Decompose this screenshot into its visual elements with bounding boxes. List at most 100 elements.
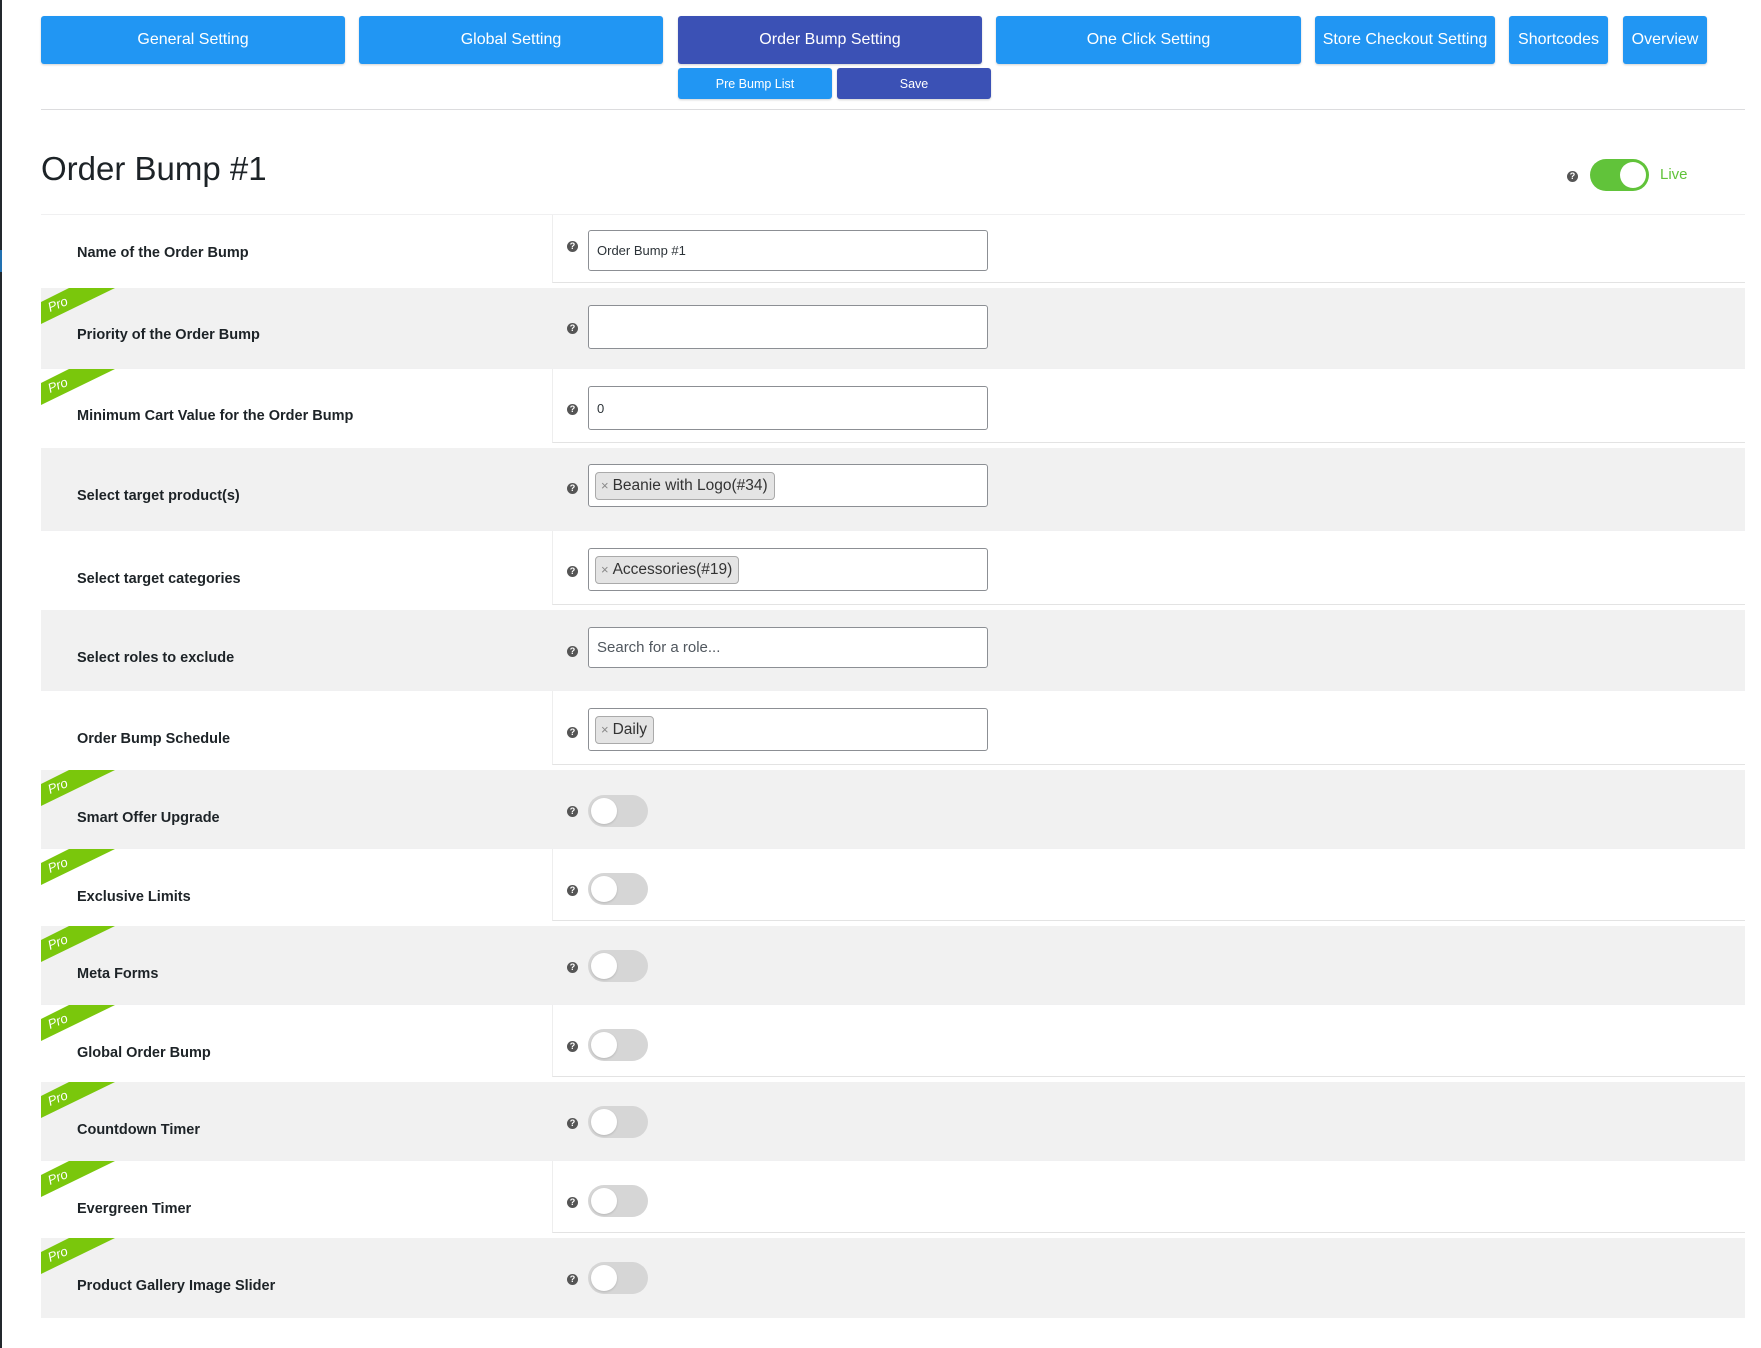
exclude-roles-search-input[interactable] [588,627,988,668]
selected-chip: × Accessories(#19) [595,555,740,584]
pre-bump-list-button[interactable]: Pre Bump List [678,68,832,99]
tab-overview[interactable]: Overview [1623,16,1707,64]
settings-tabs: General Setting Global Setting Order Bum… [41,16,1731,64]
settings-row-smart-offer: Pro Smart Offer Upgrade ? [41,770,1745,848]
field-label: Exclusive Limits [77,889,191,905]
field-label: Order Bump Schedule [77,731,231,747]
help-icon[interactable]: ? [567,1274,578,1285]
min-cart-value-input[interactable] [588,386,988,430]
order-bump-name-input[interactable] [588,230,988,271]
field-label: Smart Offer Upgrade [77,810,220,826]
settings-row-name: Name of the Order Bump ? [41,214,1745,289]
help-icon[interactable]: ? [567,727,578,738]
pro-badge: Pro [41,1238,115,1274]
settings-row-meta-forms: Pro Meta Forms ? [41,926,1745,1004]
help-icon[interactable]: ? [567,885,578,896]
remove-chip-icon[interactable]: × [601,562,609,577]
toggle-knob [591,1265,617,1291]
field-label: Priority of the Order Bump [77,327,260,343]
tab-shortcodes[interactable]: Shortcodes [1509,16,1608,64]
help-icon[interactable]: ? [1567,171,1578,182]
smart-offer-upgrade-toggle[interactable] [588,795,648,827]
chip-label: Daily [612,720,648,738]
toggle-knob [1620,162,1646,188]
admin-sidebar-indicator [0,250,2,272]
exclusive-limits-toggle[interactable] [588,873,648,905]
selected-chip: × Beanie with Logo(#34) [595,471,775,500]
chip-label: Beanie with Logo(#34) [612,476,768,494]
target-categories-select[interactable]: × Accessories(#19) [588,548,988,591]
field-label: Global Order Bump [77,1045,211,1061]
field-label: Minimum Cart Value for the Order Bump [77,408,354,424]
remove-chip-icon[interactable]: × [601,722,609,737]
field-label: Evergreen Timer [77,1201,192,1217]
help-icon[interactable]: ? [567,323,578,334]
meta-forms-toggle[interactable] [588,950,648,982]
settings-row-gallery-slider: Pro Product Gallery Image Slider ? [41,1238,1745,1318]
admin-sidebar-edge [0,0,2,1348]
help-icon[interactable]: ? [567,646,578,657]
settings-row-priority: Pro Priority of the Order Bump ? [41,288,1745,368]
row-value-panel [552,1005,1745,1077]
settings-row-target-categories: Select target categories ? × Accessories(… [41,530,1745,611]
divider [41,109,1745,110]
help-icon[interactable]: ? [567,483,578,494]
pro-badge: Pro [41,849,115,885]
settings-row-global-bump: Pro Global Order Bump ? [41,1004,1745,1083]
pro-badge: Pro [41,1005,115,1041]
help-icon[interactable]: ? [567,1041,578,1052]
help-icon[interactable]: ? [567,1118,578,1129]
evergreen-timer-toggle[interactable] [588,1185,648,1217]
global-order-bump-toggle[interactable] [588,1029,648,1061]
live-status-label: Live [1660,166,1688,183]
target-products-select[interactable]: × Beanie with Logo(#34) [588,464,988,507]
help-icon[interactable]: ? [567,962,578,973]
page-title: Order Bump #1 [41,150,267,187]
pro-badge: Pro [41,369,115,405]
toggle-knob [591,876,617,902]
selected-chip: × Daily [595,715,655,744]
pro-badge: Pro [41,770,115,806]
chip-label: Accessories(#19) [612,560,733,578]
field-label: Product Gallery Image Slider [77,1278,276,1294]
settings-row-min-cart: Pro Minimum Cart Value for the Order Bum… [41,368,1745,449]
pro-badge: Pro [41,288,115,324]
product-gallery-slider-toggle[interactable] [588,1262,648,1294]
schedule-select[interactable]: × Daily [588,708,988,751]
priority-input[interactable] [588,305,988,349]
settings-row-target-products: Select target product(s) ? × Beanie with … [41,448,1745,530]
tab-one-click-setting[interactable]: One Click Setting [996,16,1301,64]
toggle-knob [591,953,617,979]
field-label: Meta Forms [77,966,159,982]
help-icon[interactable]: ? [567,1197,578,1208]
toggle-knob [591,1188,617,1214]
tab-general-setting[interactable]: General Setting [41,16,345,64]
row-value-panel [552,1161,1745,1233]
remove-chip-icon[interactable]: × [601,478,609,493]
settings-row-countdown: Pro Countdown Timer ? [41,1082,1745,1160]
field-label: Select target categories [77,571,241,587]
field-label: Select roles to exclude [77,650,235,666]
settings-row-exclude-roles: Select roles to exclude ? [41,610,1745,690]
field-label: Name of the Order Bump [77,245,249,261]
countdown-timer-toggle[interactable] [588,1106,648,1138]
help-icon[interactable]: ? [567,241,578,252]
help-icon[interactable]: ? [567,404,578,415]
help-icon[interactable]: ? [567,566,578,577]
toggle-knob [591,798,617,824]
tab-order-bump-setting[interactable]: Order Bump Setting [678,16,982,64]
row-value-panel [552,849,1745,921]
save-button[interactable]: Save [837,68,991,99]
tab-store-checkout-setting[interactable]: Store Checkout Setting [1315,16,1495,64]
pro-badge: Pro [41,1082,115,1118]
tab-global-setting[interactable]: Global Setting [359,16,663,64]
toggle-knob [591,1109,617,1135]
settings-row-exclusive-limits: Pro Exclusive Limits ? [41,848,1745,927]
live-status-toggle[interactable] [1590,159,1649,191]
field-label: Countdown Timer [77,1122,200,1138]
help-icon[interactable]: ? [567,806,578,817]
settings-row-schedule: Order Bump Schedule ? × Daily [41,690,1745,771]
field-label: Select target product(s) [77,488,240,504]
pro-badge: Pro [41,1161,115,1197]
toggle-knob [591,1032,617,1058]
